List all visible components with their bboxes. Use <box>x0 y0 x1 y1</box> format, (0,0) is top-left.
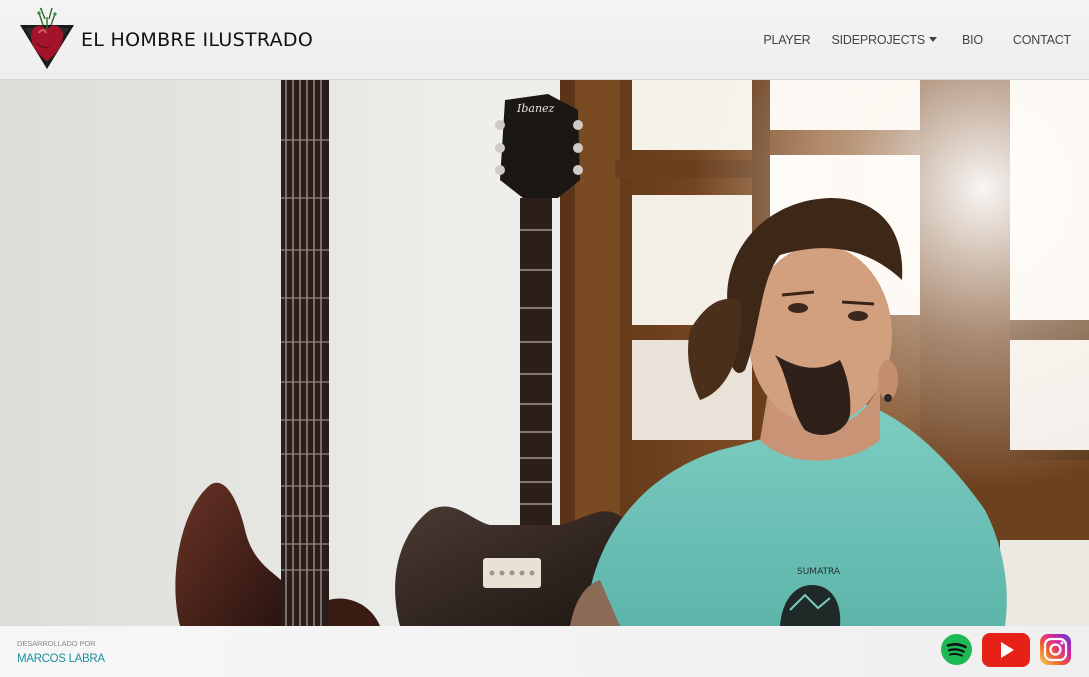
nav-item-bio[interactable]: BIO <box>952 33 1003 47</box>
developer-name-link[interactable]: MARCOS LABRA <box>17 653 105 665</box>
brand-name: EL HOMBRE ILUSTRADO <box>81 28 314 51</box>
nav-label-contact: CONTACT <box>1012 32 1071 47</box>
social-links <box>941 632 1071 671</box>
youtube-icon <box>982 632 1030 667</box>
developer-credit: DESARROLLADO POR MARCOS LABRA <box>17 639 105 665</box>
anatomical-heart-logo-icon <box>20 7 74 69</box>
hero-banner: Ibanez SUMATRA <box>0 80 1089 626</box>
caret-down-icon <box>928 37 937 42</box>
nav-label-sideprojects: SIDEPROJECTS <box>831 32 926 47</box>
site-header: EL HOMBRE ILUSTRADO PLAYER SIDEPROJECTS … <box>0 0 1089 80</box>
nav-label-bio: BIO <box>961 32 983 47</box>
credit-label: DESARROLLADO POR <box>17 638 96 648</box>
instagram-icon <box>1040 634 1071 665</box>
site-footer: DESARROLLADO POR MARCOS LABRA <box>0 626 1089 677</box>
hero-photo: Ibanez SUMATRA <box>0 80 1089 626</box>
nav-label-player: PLAYER <box>763 32 811 47</box>
guitar-brand-text: Ibanez <box>516 102 555 115</box>
instagram-link[interactable] <box>1040 634 1071 669</box>
spotify-icon <box>941 634 972 665</box>
main-nav: PLAYER SIDEPROJECTS BIO CONTACT <box>753 33 1071 47</box>
nav-item-sideprojects-dropdown[interactable]: SIDEPROJECTS <box>821 33 952 47</box>
nav-item-player[interactable]: PLAYER <box>753 33 820 47</box>
brand-link[interactable]: EL HOMBRE ILUSTRADO <box>19 7 313 73</box>
spotify-link[interactable] <box>941 634 972 669</box>
nav-item-contact[interactable]: CONTACT <box>1003 33 1071 47</box>
shirt-print-text: SUMATRA <box>797 567 841 577</box>
youtube-link[interactable] <box>982 632 1030 671</box>
